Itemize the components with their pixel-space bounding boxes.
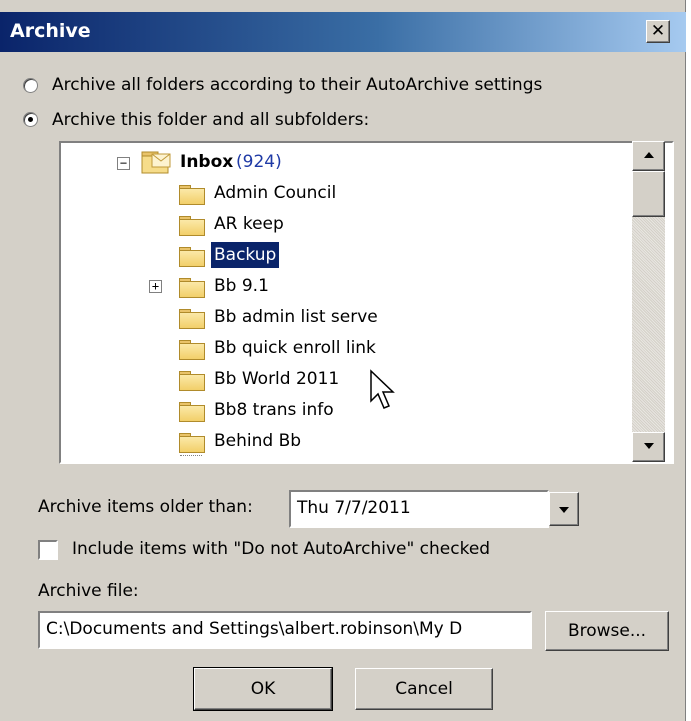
folder-icon [179, 216, 205, 236]
folder-label[interactable]: Admin Council [211, 180, 339, 206]
archive-dialog: Archive ✕ Archive all folders according … [0, 0, 686, 721]
folder-label[interactable]: Bb World 2011 [211, 366, 342, 392]
folder-icon [179, 402, 205, 422]
radio-archive-all[interactable] [23, 78, 38, 93]
mouse-pointer-icon [370, 369, 395, 409]
folder-label[interactable]: Bb 9.1 [211, 273, 272, 299]
tree-row-bb-world-2011[interactable]: Bb World 2011 [61, 366, 631, 396]
folder-label[interactable]: Bb quick enroll link [211, 335, 379, 361]
tree-row-inbox[interactable]: − Inbox (924) [61, 149, 631, 179]
arrow-up-icon [643, 152, 654, 158]
expand-icon[interactable]: + [149, 280, 162, 293]
folder-icon [179, 185, 205, 205]
radio-archive-all-label[interactable]: Archive all folders according to their A… [52, 75, 542, 95]
archive-file-input[interactable]: C:\Documents and Settings\albert.robinso… [38, 611, 532, 649]
folder-icon [179, 433, 205, 453]
folder-icon [179, 247, 205, 267]
browse-button[interactable]: Browse... [545, 611, 669, 651]
archive-date-field[interactable]: Thu 7/7/2011 [289, 490, 549, 528]
scroll-thumb[interactable] [632, 171, 665, 217]
folder-icon [179, 309, 205, 329]
tree-row-bb8-trans-info[interactable]: Bb8 trans info [61, 397, 631, 427]
tree-row-bb-quick-enroll-link[interactable]: Bb quick enroll link [61, 335, 631, 365]
close-icon: ✕ [650, 21, 666, 41]
folder-icon [179, 340, 205, 360]
dialog-title: Archive [10, 20, 91, 42]
tree-row-backup[interactable]: Backup [61, 242, 631, 272]
collapse-icon[interactable]: − [117, 157, 130, 170]
chevron-down-icon [559, 507, 569, 513]
radio-selected-dot [28, 117, 33, 122]
tree-row-bb-admin-list-serve[interactable]: Bb admin list serve [61, 304, 631, 334]
close-button[interactable]: ✕ [646, 20, 670, 43]
folder-icon [179, 371, 205, 391]
radio-archive-folder-label[interactable]: Archive this folder and all subfolders: [52, 110, 369, 130]
archive-file-label: Archive file: [38, 581, 139, 601]
include-do-not-autoarchive-label[interactable]: Include items with "Do not AutoArchive" … [72, 539, 490, 559]
title-bar[interactable]: Archive ✕ [0, 12, 686, 52]
scroll-down-button[interactable] [632, 432, 665, 462]
date-dropdown-button[interactable] [549, 492, 579, 526]
inbox-icon [141, 151, 171, 174]
archive-older-label: Archive items older than: [38, 497, 253, 517]
tree-row-bb-9-1[interactable]: + Bb 9.1 [61, 273, 631, 303]
folder-label-selected[interactable]: Backup [211, 242, 280, 268]
radio-archive-folder[interactable] [23, 112, 38, 127]
folder-icon [179, 278, 205, 298]
tree-row-admin-council[interactable]: Admin Council [61, 180, 631, 210]
folder-label[interactable]: Behind Bb [211, 428, 304, 454]
arrow-down-icon [643, 443, 654, 449]
folder-label[interactable]: AR keep [211, 211, 287, 237]
tree-scrollbar[interactable] [632, 141, 665, 462]
include-do-not-autoarchive-checkbox[interactable] [38, 540, 58, 560]
inbox-label[interactable]: Inbox [177, 149, 236, 175]
folder-label[interactable]: Bb8 trans info [211, 397, 337, 423]
folder-tree[interactable]: − Inbox (924) Admin Council AR keep Back… [59, 141, 674, 464]
inbox-count: (924) [236, 152, 282, 172]
tree-row-behind-bb[interactable]: Behind Bb [61, 428, 631, 458]
folder-label[interactable]: Bb admin list serve [211, 304, 381, 330]
ok-button[interactable]: OK [193, 667, 333, 711]
tree-connector-line [180, 455, 202, 456]
scroll-up-button[interactable] [632, 141, 665, 171]
tree-row-ar-keep[interactable]: AR keep [61, 211, 631, 241]
cancel-button[interactable]: Cancel [355, 668, 493, 710]
